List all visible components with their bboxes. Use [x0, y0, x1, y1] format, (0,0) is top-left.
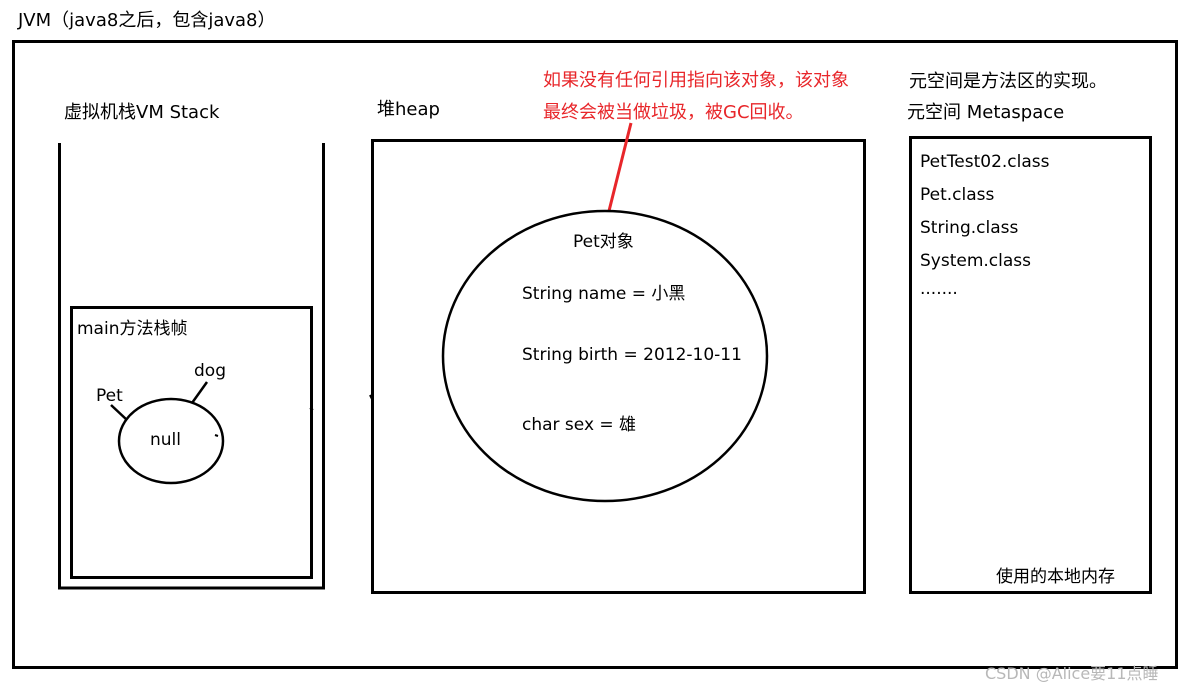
pet-object-label: Pet对象 [573, 232, 634, 252]
metaspace-class-item: ······· [920, 284, 958, 304]
metaspace-class-item: String.class [920, 218, 1019, 238]
pet-field-sex: char sex = 雄 [522, 415, 637, 435]
metaspace-class-item: Pet.class [920, 185, 995, 205]
metaspace-class-item: PetTest02.class [920, 152, 1050, 172]
metaspace-footer: 使用的本地内存 [996, 567, 1115, 587]
metaspace-class-item: System.class [920, 251, 1031, 271]
pet-field-birth: String birth = 2012-10-11 [522, 345, 742, 365]
metaspace-note: 元空间是方法区的实现。 [909, 71, 1107, 92]
gc-note-pointer [607, 122, 633, 212]
pet-field-name: String name = 小黑 [522, 284, 686, 304]
watermark: CSDN @Alice要11点睡 [985, 664, 1159, 683]
metaspace-label: 元空间 Metaspace [907, 102, 1065, 123]
